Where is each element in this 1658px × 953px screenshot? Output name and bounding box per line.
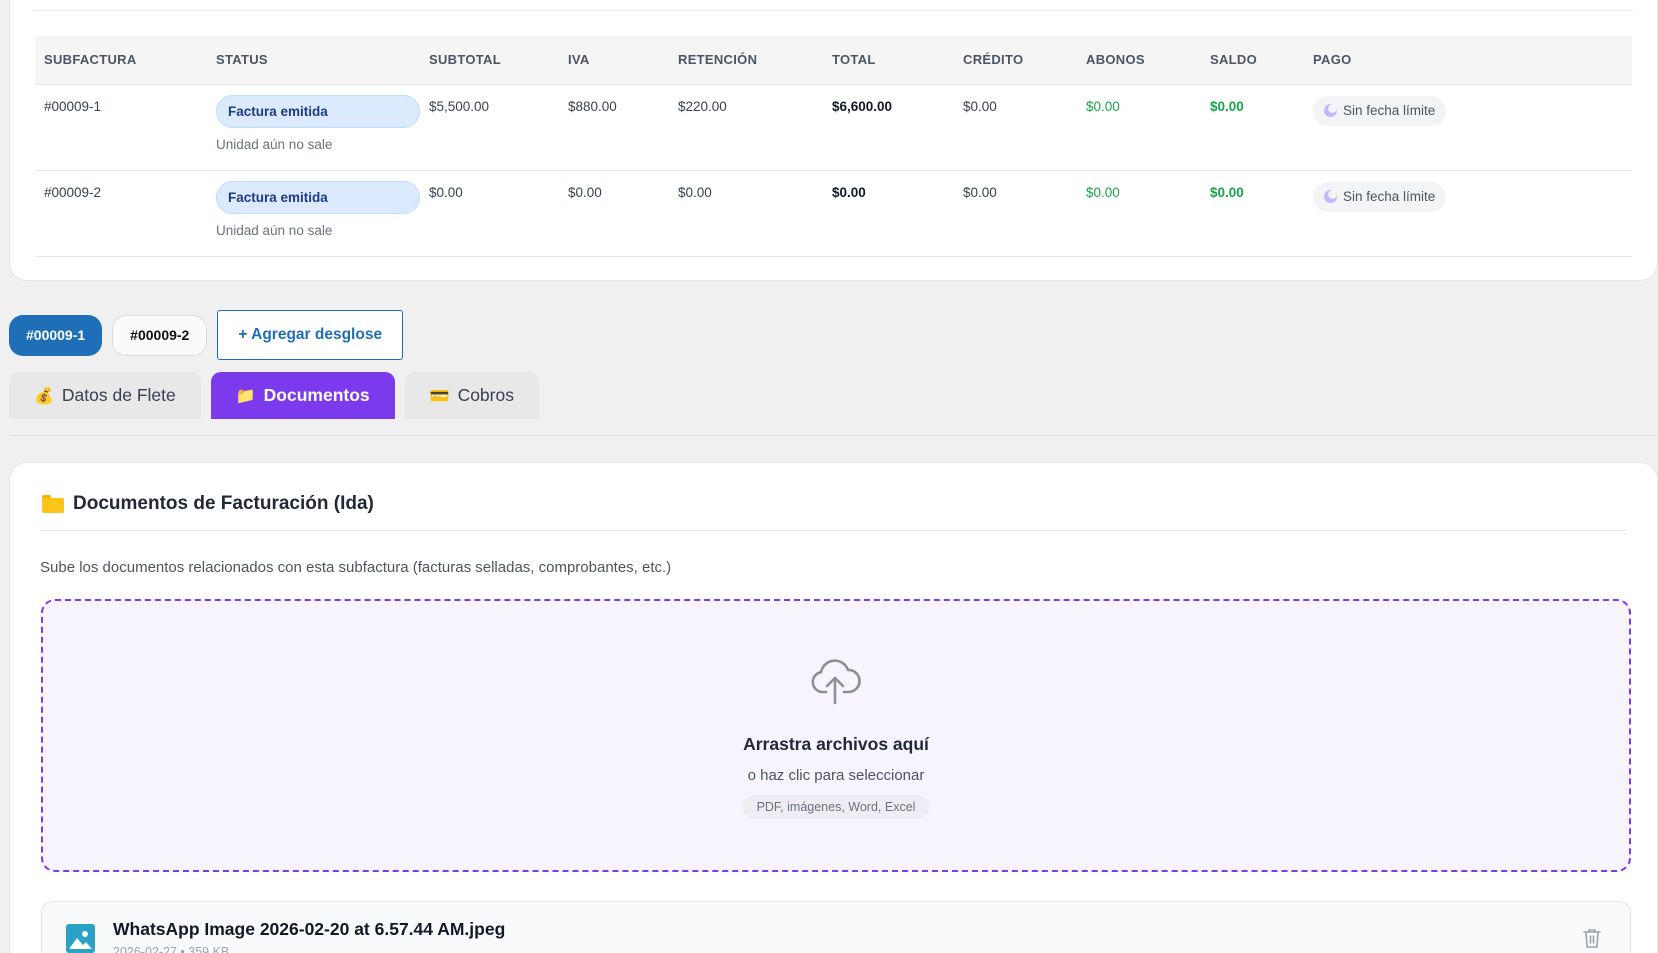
payment-label: Sin fecha límite — [1343, 189, 1436, 204]
cell-retencion: $0.00 — [669, 170, 823, 257]
cell-iva: $880.00 — [559, 84, 669, 171]
file-list-item[interactable]: WhatsApp Image 2026-02-20 at 6.57.44 AM.… — [41, 901, 1631, 953]
file-meta: 2026-02-27 • 359 KB — [113, 945, 230, 953]
section-tabs: 💰 Datos de Flete 📁 Documentos 💳 Cobros — [9, 372, 539, 419]
cell-subtotal: $0.00 — [420, 170, 559, 257]
cell-abonos: $0.00 — [1077, 84, 1201, 171]
file-dropzone[interactable]: Arrastra archivos aquí o haz clic para s… — [41, 599, 1631, 872]
tab-label: Datos de Flete — [61, 385, 176, 405]
cell-total: $0.00 — [823, 170, 954, 257]
cell-saldo: $0.00 — [1201, 84, 1304, 171]
trash-icon[interactable] — [1582, 927, 1602, 949]
moon-icon — [1324, 104, 1337, 117]
status-badge: Factura emitida — [216, 94, 420, 128]
documents-card: Documentos de Facturación (Ida) Sube los… — [9, 462, 1658, 953]
subinvoice-table: SUBFACTURA STATUS SUBTOTAL IVA RETENCIÓN… — [35, 36, 1632, 257]
col-header-subtotal[interactable]: SUBTOTAL — [420, 36, 559, 85]
moon-icon — [1324, 190, 1337, 203]
documents-title: Documentos de Facturación (Ida) — [42, 493, 374, 515]
tab-label: Documentos — [263, 385, 370, 405]
status-note: Unidad aún no sale — [216, 136, 333, 152]
cell-total: $6,600.00 — [823, 84, 954, 171]
col-header-pago[interactable]: PAGO — [1304, 36, 1632, 85]
money-bag-icon: 💰 — [34, 387, 54, 405]
col-header-saldo[interactable]: SALDO — [1201, 36, 1304, 85]
divider — [34, 10, 1633, 11]
cell-credito: $0.00 — [954, 84, 1077, 171]
payment-badge: Sin fecha límite — [1313, 181, 1447, 212]
cell-pago: Sin fecha límite — [1304, 170, 1632, 257]
tab-documentos[interactable]: 📁 Documentos — [210, 372, 395, 419]
cell-subfactura: #00009-1 — [35, 84, 207, 171]
cell-pago: Sin fecha límite — [1304, 84, 1632, 171]
divider — [40, 530, 1627, 531]
col-header-status[interactable]: STATUS — [207, 36, 420, 85]
documents-description: Sube los documentos relacionados con est… — [40, 559, 672, 576]
invoice-summary-card: SUBFACTURA STATUS SUBTOTAL IVA RETENCIÓN… — [9, 0, 1658, 281]
status-badge: Factura emitida — [216, 180, 420, 214]
add-breakdown-button[interactable]: + Agregar desglose — [217, 310, 404, 360]
subinvoice-chip-00009-1[interactable]: #00009-1 — [9, 314, 103, 356]
col-header-retencion[interactable]: RETENCIÓN — [669, 36, 823, 85]
cell-credito: $0.00 — [954, 170, 1077, 257]
table-row[interactable]: #00009-2 Factura emitida Unidad aún no s… — [35, 170, 1632, 257]
credit-card-icon: 💳 — [429, 387, 450, 405]
subinvoice-chip-00009-2[interactable]: #00009-2 — [112, 314, 208, 356]
status-note: Unidad aún no sale — [216, 222, 333, 238]
cell-subfactura: #00009-2 — [35, 170, 207, 257]
subinvoice-selector: #00009-1 #00009-2 + Agregar desglose — [9, 310, 404, 360]
cell-status: Factura emitida Unidad aún no sale — [207, 84, 420, 171]
cell-subtotal: $5,500.00 — [420, 84, 559, 171]
table-header-row: SUBFACTURA STATUS SUBTOTAL IVA RETENCIÓN… — [35, 36, 1632, 85]
col-header-abonos[interactable]: ABONOS — [1077, 36, 1201, 85]
payment-label: Sin fecha límite — [1343, 103, 1436, 118]
tab-label: Cobros — [457, 385, 514, 405]
table-row[interactable]: #00009-1 Factura emitida Unidad aún no s… — [35, 84, 1632, 171]
cloud-upload-icon — [811, 659, 861, 705]
documents-title-text: Documentos de Facturación (Ida) — [73, 493, 374, 514]
folder-icon — [42, 495, 64, 513]
col-header-subfactura[interactable]: SUBFACTURA — [35, 36, 207, 85]
cell-iva: $0.00 — [559, 170, 669, 257]
file-name[interactable]: WhatsApp Image 2026-02-20 at 6.57.44 AM.… — [113, 919, 505, 940]
image-file-icon — [66, 924, 95, 953]
cell-saldo: $0.00 — [1201, 170, 1304, 257]
tabs-divider — [9, 435, 1658, 436]
col-header-credito[interactable]: CRÉDITO — [954, 36, 1077, 85]
accepted-formats-badge: PDF, imágenes, Word, Excel — [742, 795, 930, 819]
cell-retencion: $220.00 — [669, 84, 823, 171]
folder-icon: 📁 — [235, 387, 256, 405]
dropzone-title: Arrastra archivos aquí — [743, 734, 929, 754]
cell-status: Factura emitida Unidad aún no sale — [207, 170, 420, 257]
col-header-iva[interactable]: IVA — [559, 36, 669, 85]
payment-badge: Sin fecha límite — [1313, 95, 1447, 126]
tab-datos-de-flete[interactable]: 💰 Datos de Flete — [9, 372, 201, 419]
dropzone-subtitle: o haz clic para seleccionar — [747, 767, 925, 784]
tab-cobros[interactable]: 💳 Cobros — [404, 372, 539, 419]
col-header-total[interactable]: TOTAL — [823, 36, 954, 85]
cell-abonos: $0.00 — [1077, 170, 1201, 257]
